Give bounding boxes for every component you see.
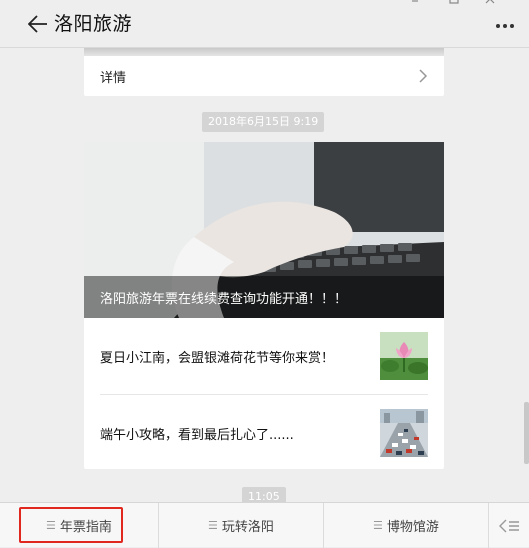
- highlight-box: [19, 507, 123, 543]
- window-controls[interactable]: [412, 0, 512, 6]
- news-item-lotus[interactable]: 夏日小江南，会盟银滩荷花节等你来赏！: [84, 318, 444, 394]
- back-button[interactable]: [24, 10, 52, 38]
- previous-article-card: 详情: [84, 48, 444, 96]
- menu-list-icon: ☰: [208, 519, 218, 532]
- arrow-left-icon: [28, 15, 47, 33]
- details-label: 详情: [100, 70, 127, 86]
- menu-list-icon: ☰: [373, 519, 383, 532]
- keyboard-toggle-icon: [499, 519, 519, 532]
- news-card: 洛阳旅游年票在线续费查询功能开通！！！ 夏日小江南，会盟银滩荷花节等你来赏！ 端…: [84, 142, 444, 469]
- more-dots-icon: [496, 24, 514, 28]
- traffic-jam-thumbnail: [380, 409, 428, 457]
- menu-item-explore-luoyang[interactable]: ☰ 玩转洛阳: [159, 503, 323, 548]
- keyboard-toggle-button[interactable]: [489, 503, 529, 548]
- menu-item-museum-tour[interactable]: ☰ 博物馆游: [324, 503, 488, 548]
- lotus-flower-thumbnail: [380, 332, 428, 380]
- article-preview-strip: [84, 48, 444, 56]
- details-link[interactable]: 详情: [84, 56, 444, 96]
- chevron-right-icon: [419, 69, 428, 83]
- news-item-title: 端午小攻略，看到最后扎心了......: [100, 427, 294, 443]
- news-item-dragon-boat[interactable]: 端午小攻略，看到最后扎心了......: [84, 395, 444, 471]
- message-timestamp: 2018年6月15日 9:19: [202, 112, 325, 132]
- page-title: 洛阳旅游: [54, 13, 133, 35]
- title-bar: 洛阳旅游: [0, 0, 529, 48]
- menu-item-label: 博物馆游: [386, 520, 439, 535]
- menu-item-label: 玩转洛阳: [221, 520, 274, 535]
- news-item-title: 夏日小江南，会盟银滩荷花节等你来赏！: [100, 350, 335, 366]
- more-button[interactable]: [493, 14, 517, 38]
- cover-article[interactable]: 洛阳旅游年票在线续费查询功能开通！！！: [84, 142, 444, 318]
- cover-caption: 洛阳旅游年票在线续费查询功能开通！！！: [100, 292, 348, 307]
- scrollbar-thumb[interactable]: [524, 402, 529, 464]
